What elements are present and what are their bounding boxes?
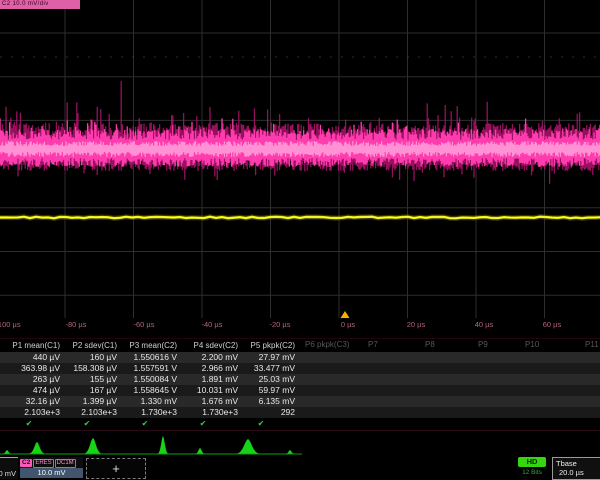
measurement-value: 1.676 mV [178,396,239,407]
table-bottom-separator [0,430,600,431]
param-header-p5[interactable]: P5 pkpk(C2) [239,340,296,352]
channel-descriptor-c2[interactable]: C2 ERES DC1M 10.0 mV [20,457,83,478]
measurement-value: 263 µV [0,374,61,385]
measurement-value: 1.550084 V [118,374,178,385]
time-axis-label: 0 µs [341,320,355,329]
timebase-descriptor[interactable]: Tbase 20.0 µs [552,457,600,480]
measurement-value: 1.557591 V [118,363,178,374]
measure-row: 363.98 µV158.308 µV1.557591 V2.966 mV33.… [0,363,600,374]
measurement-value: 440 µV [0,352,61,363]
measurement-value: 1.730e+3 [178,407,239,418]
status-check-icon: ✔ [174,418,232,429]
measurement-value: 167 µV [61,385,118,396]
param-header-p11-inactive[interactable]: P11 [585,340,599,349]
measurement-value: 158.308 µV [61,363,118,374]
time-axis-label: 40 µs [475,320,494,329]
measurement-value: 1.330 mV [118,396,178,407]
time-axis: -100 µs -80 µs -60 µs -40 µs -20 µs 0 µs 20 µs… [0,320,600,334]
measurement-value: 1.730e+3 [118,407,178,418]
measurement-value: 25.03 mV [239,374,296,385]
status-check-icon: ✔ [116,418,174,429]
measurement-value: 33.477 mV [239,363,296,374]
c2-scale-value: 10.0 mV [20,468,83,478]
status-row: ✔✔✔✔✔ [0,418,600,429]
timebase-scale-value: 20.0 µs [553,468,600,477]
measurement-value: 27.97 mV [239,352,296,363]
c1-descriptor-content: DC1M 10.0 mV [0,458,18,479]
measurement-value: 292 [239,407,296,418]
measurement-value: 155 µV [61,374,118,385]
param-header-p2[interactable]: P2 sdev(C1) [61,340,118,352]
status-check-icon: ✔ [232,418,290,429]
add-trace-button[interactable]: + [86,458,146,479]
measure-row: 440 µV160 µV1.550616 V2.200 mV27.97 mV [0,352,600,363]
status-check-icon: ✔ [58,418,116,429]
measure-row: 263 µV155 µV1.550084 V1.891 mV25.03 mV [0,374,600,385]
trigger-time-marker[interactable] [341,311,350,318]
trace-label-c2[interactable]: C2 10.0 mV/div [0,0,80,9]
param-header-p1[interactable]: P1 mean(C1) [0,340,61,352]
timebase-label: Tbase [553,458,600,468]
time-axis-label: 60 µs [543,320,562,329]
c2-coupling-badge: DC1M [55,459,76,468]
param-header-p4[interactable]: P4 sdev(C2) [178,340,239,352]
c2-channel-badge: C2 [20,459,32,467]
measurement-value: 474 µV [0,385,61,396]
measurement-value: 2.103e+3 [0,407,61,418]
time-axis-label: -40 µs [202,320,223,329]
channel-descriptor-c1[interactable]: DC1M 10.0 mV [0,457,18,479]
measurement-value: 6.135 mV [239,396,296,407]
oscilloscope-screen: C2 10.0 mV/div -100 µs -80 µs -60 µs -40 µs… [0,0,600,480]
time-axis-label: -80 µs [66,320,87,329]
measurement-value: 1.891 mV [178,374,239,385]
measurement-value: 160 µV [61,352,118,363]
param-header-p9-inactive[interactable]: P9 [478,340,488,349]
measurement-value: 10.031 mV [178,385,239,396]
measurement-value: 2.966 mV [178,363,239,374]
measurement-value: 363.98 µV [0,363,61,374]
time-axis-label: -60 µs [134,320,155,329]
measurement-value: 1.550616 V [118,352,178,363]
time-axis-label: 20 µs [407,320,426,329]
measurement-value: 32.16 µV [0,396,61,407]
param-header-p10-inactive[interactable]: P10 [525,340,539,349]
param-header-row: P1 mean(C1)P2 sdev(C1)P3 mean(C2)P4 sdev… [0,340,600,352]
time-axis-label: -100 µs [0,320,21,329]
measurement-value: 1.399 µV [61,396,118,407]
param-header-p8-inactive[interactable]: P8 [425,340,435,349]
table-top-separator [0,338,600,339]
param-header-p3[interactable]: P3 mean(C2) [118,340,178,352]
measurement-value: 59.97 mV [239,385,296,396]
measurement-value: 2.200 mV [178,352,239,363]
trace-c2 [0,141,600,157]
histogram-trace [2,436,295,454]
measure-row: 474 µV167 µV1.558645 V10.031 mV59.97 mV [0,385,600,396]
status-check-icon: ✔ [0,418,58,429]
param-header-p7-inactive[interactable]: P7 [368,340,378,349]
param-header-p6-inactive[interactable]: P6 pkpk(C3) [305,340,349,349]
hd-mode-badge[interactable]: HD [518,457,546,467]
time-axis-label: -20 µs [270,320,291,329]
c2-eres-badge: ERES [33,459,53,468]
measurement-value: 2.103e+3 [61,407,118,418]
hd-bits-label: 12 Bits [515,469,549,476]
measure-row: 32.16 µV1.399 µV1.330 mV1.676 mV6.135 mV [0,396,600,407]
measurement-value: 1.558645 V [118,385,178,396]
measure-table: P1 mean(C1)P2 sdev(C1)P3 mean(C2)P4 sdev… [0,340,600,430]
measure-row: 2.103e+32.103e+31.730e+31.730e+3292 [0,407,600,418]
c1-scale-value: 10.0 mV [0,469,18,479]
descriptor-bar: DC1M 10.0 mV C2 ERES DC1M 10.0 mV + HD 1… [0,456,600,480]
